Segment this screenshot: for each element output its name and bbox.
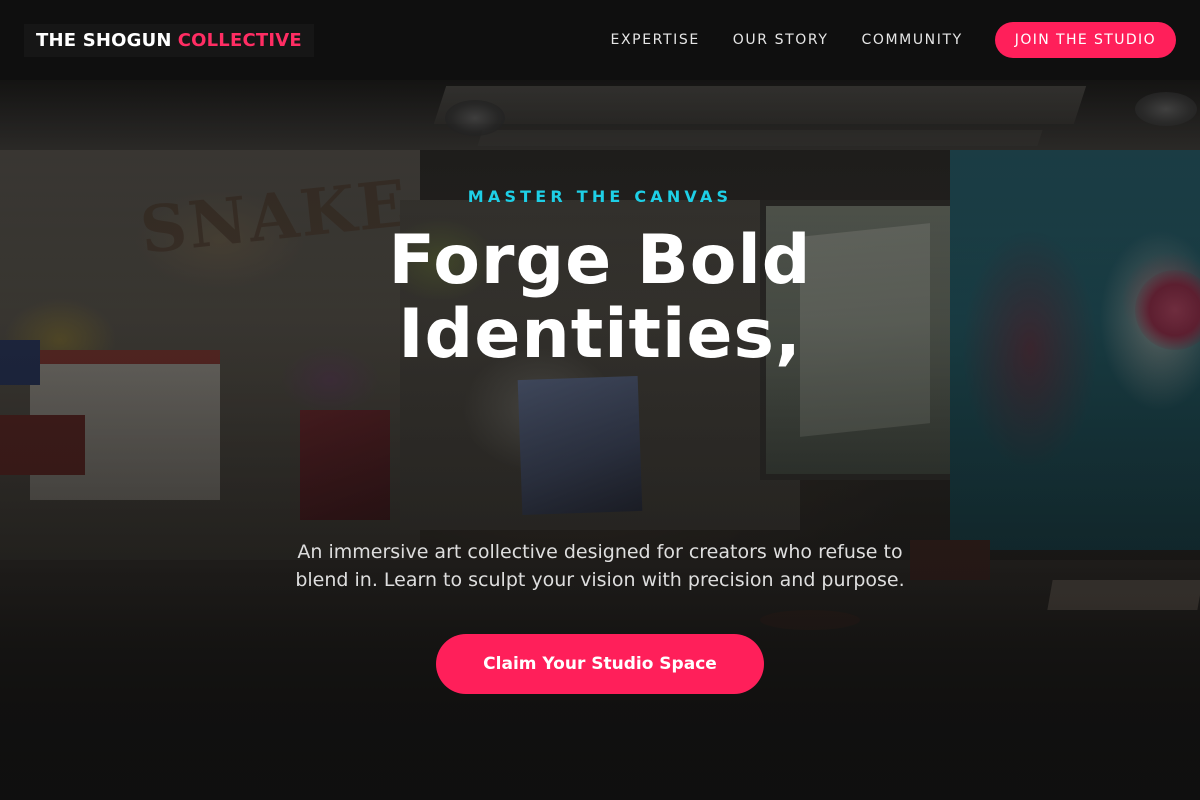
- hero-headline-line-1: Forge Bold: [388, 221, 812, 300]
- brand-name-accent: COLLECTIVE: [177, 29, 302, 51]
- hero-section: MASTER THE CANVAS Forge Bold Identities,…: [0, 80, 1200, 800]
- hero-eyebrow: MASTER THE CANVAS: [467, 187, 733, 206]
- brand-logo[interactable]: THE SHOGUN COLLECTIVE: [24, 23, 314, 57]
- hero-headline: Forge Bold Identities,: [0, 224, 1200, 372]
- join-studio-button[interactable]: JOIN THE STUDIO: [994, 22, 1176, 58]
- nav-link-community[interactable]: COMMUNITY: [861, 32, 962, 48]
- claim-studio-button[interactable]: Claim Your Studio Space: [436, 634, 764, 694]
- hero-headline-line-2: Identities,: [398, 295, 802, 374]
- hero-subtext-line-1: An immersive art collective designed for…: [297, 541, 903, 563]
- nav-link-our-story[interactable]: OUR STORY: [733, 32, 829, 48]
- brand-name: THE SHOGUN: [36, 29, 172, 51]
- nav-menu: EXPERTISE OUR STORY COMMUNITY JOIN THE S…: [611, 22, 1176, 58]
- hero-subtext-line-2: blend in. Learn to sculpt your vision wi…: [295, 569, 905, 591]
- nav-link-expertise[interactable]: EXPERTISE: [611, 32, 700, 48]
- hero-subtext: An immersive art collective designed for…: [270, 538, 930, 594]
- top-navigation: THE SHOGUN COLLECTIVE EXPERTISE OUR STOR…: [0, 0, 1200, 80]
